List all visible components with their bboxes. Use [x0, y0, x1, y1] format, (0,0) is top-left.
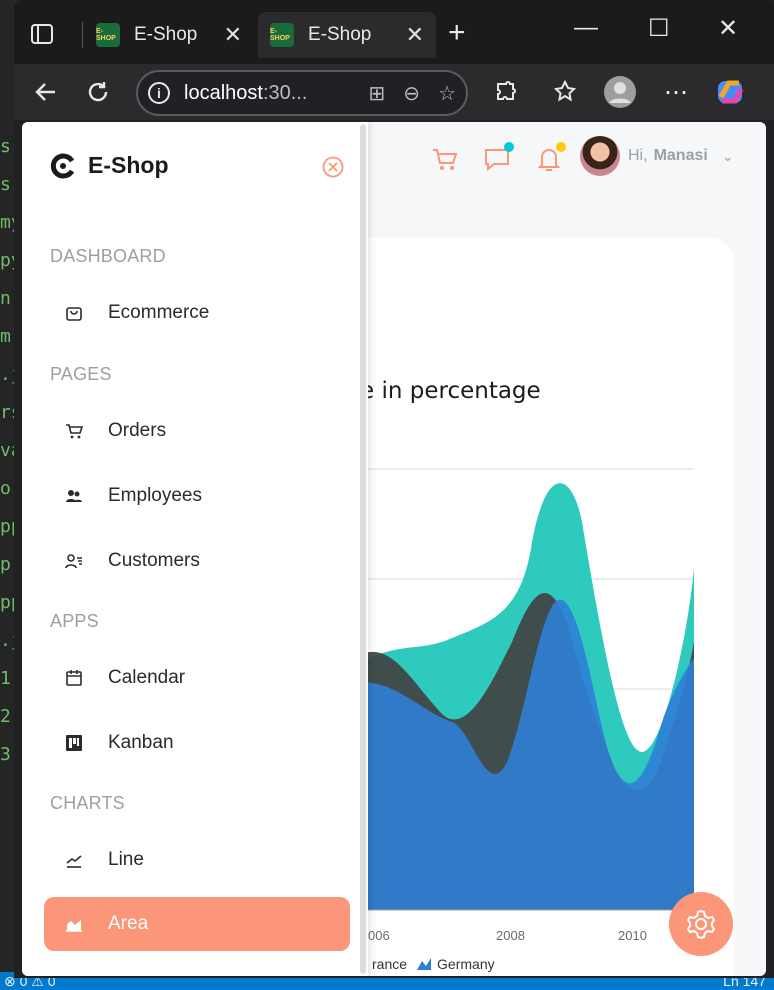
sidebar-item-ecommerce[interactable]: Ecommerce — [44, 286, 350, 340]
favicon-icon: E-SHOP — [96, 23, 120, 47]
cart-icon — [64, 421, 84, 441]
sidebar-item-employees[interactable]: Employees — [44, 469, 350, 523]
refresh-icon[interactable] — [82, 76, 114, 108]
new-tab-button[interactable]: + — [448, 16, 466, 50]
brand-name: E-Shop — [88, 152, 169, 178]
back-icon[interactable] — [30, 76, 62, 108]
gear-icon — [686, 909, 716, 940]
brand-logo[interactable]: E-Shop — [50, 152, 169, 179]
close-sidebar-icon[interactable] — [322, 156, 344, 178]
sidebar-item-label: Calendar — [108, 667, 186, 688]
section-apps: APPS — [50, 611, 99, 631]
legend-area-icon — [417, 958, 432, 970]
close-window-button[interactable]: ✕ — [718, 14, 738, 43]
tab-actions-icon[interactable] — [28, 20, 56, 48]
sidebar-item-calendar[interactable]: Calendar — [44, 651, 350, 705]
tab-eshop-1[interactable]: E-SHOP E-Shop ✕ — [84, 12, 254, 58]
kanban-icon — [64, 733, 84, 753]
browser-window: E-SHOP E-Shop ✕ E-SHOP E-Shop ✕ + — ☐ ✕ … — [14, 0, 774, 978]
people-icon — [64, 486, 84, 506]
favorite-star-icon[interactable]: ☆ — [438, 81, 456, 106]
favicon-icon: E-SHOP — [270, 23, 294, 47]
browser-toolbar: i localhost:30... ⊞ ⊖ ☆ ⋯ — [14, 64, 774, 120]
profile-icon[interactable] — [604, 76, 636, 108]
section-charts: CHARTS — [50, 793, 125, 813]
area-chart-icon — [64, 914, 84, 934]
sidebar-item-orders[interactable]: Orders — [44, 404, 350, 458]
section-pages: PAGES — [50, 364, 112, 384]
sidebar-item-line[interactable]: Line — [44, 833, 350, 887]
tab-title: E-Shop — [134, 24, 198, 45]
sidebar-item-label: Customers — [108, 550, 200, 571]
site-info-icon[interactable]: i — [148, 82, 170, 104]
tab-close-icon[interactable]: ✕ — [406, 22, 424, 48]
customers-icon — [64, 551, 84, 571]
sidebar-item-label: Kanban — [108, 732, 174, 753]
sidebar-item-label: Area — [108, 913, 149, 934]
shopping-bag-icon — [64, 303, 84, 323]
calendar-icon — [64, 668, 84, 688]
web-page: Hi, Manasi ⌄ e in percentage 006 2008 20… — [22, 122, 766, 976]
tab-close-icon[interactable]: ✕ — [224, 22, 242, 48]
favorites-icon[interactable] — [550, 76, 582, 108]
tab-title: E-Shop — [308, 24, 372, 45]
minimize-button[interactable]: — — [574, 14, 598, 42]
sidebar-item-area[interactable]: Area — [44, 897, 350, 951]
maximize-button[interactable]: ☐ — [648, 14, 670, 43]
legend-item-germany[interactable]: Germany — [437, 956, 495, 972]
sidebar-item-label: Line — [108, 849, 144, 870]
sidebar: E-Shop DASHBOARD Ecommerce PAGES Orders … — [22, 122, 368, 976]
zoom-out-icon[interactable]: ⊖ — [403, 81, 420, 106]
sidebar-item-label: Orders — [108, 420, 167, 441]
tab-eshop-2[interactable]: E-SHOP E-Shop ✕ — [258, 12, 436, 58]
address-bar[interactable]: i localhost:30... ⊞ ⊖ ☆ — [136, 70, 468, 116]
chart-title: e in percentage — [360, 378, 541, 404]
more-menu-icon[interactable]: ⋯ — [660, 76, 692, 108]
chart-legend: rance Germany — [372, 956, 495, 972]
tab-separator — [82, 22, 83, 48]
sidebar-scrollbar[interactable] — [360, 124, 366, 974]
brand-icon — [50, 153, 75, 178]
address-url: localhost:30... — [184, 81, 308, 104]
legend-item-france[interactable]: rance — [372, 956, 407, 972]
extensions-icon[interactable] — [490, 76, 522, 108]
sidebar-item-label: Ecommerce — [108, 302, 210, 323]
apps-icon[interactable]: ⊞ — [369, 81, 386, 106]
sidebar-item-customers[interactable]: Customers — [44, 534, 350, 588]
x-tick-label: 2008 — [496, 928, 525, 943]
x-tick-label: 006 — [368, 928, 390, 943]
sidebar-item-kanban[interactable]: Kanban — [44, 716, 350, 770]
theme-settings-button[interactable] — [669, 892, 733, 956]
copilot-icon[interactable] — [714, 76, 746, 108]
line-chart-icon — [64, 850, 84, 870]
x-tick-label: 2010 — [618, 928, 647, 943]
sidebar-item-label: Employees — [108, 485, 202, 506]
section-dashboard: DASHBOARD — [50, 246, 166, 266]
tab-strip: E-SHOP E-Shop ✕ E-SHOP E-Shop ✕ + — ☐ ✕ — [14, 0, 774, 64]
